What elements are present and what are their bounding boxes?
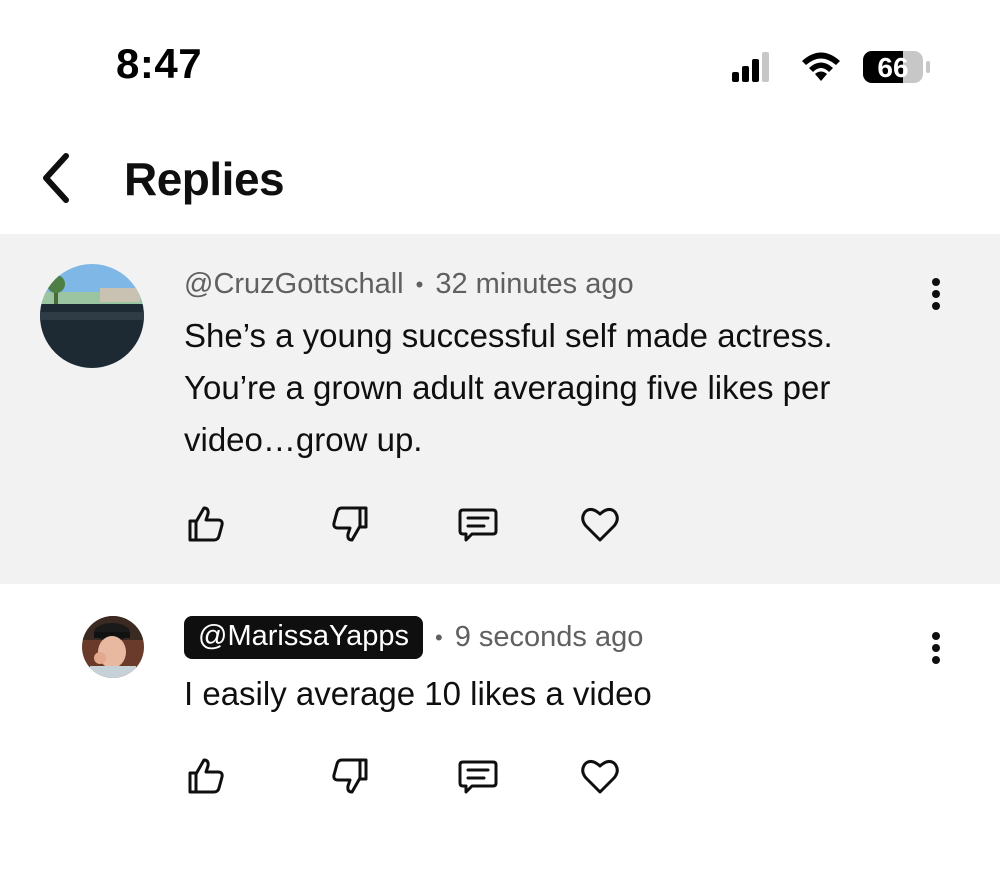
page-header: Replies bbox=[0, 130, 1000, 230]
page-title: Replies bbox=[124, 153, 285, 205]
dislike-button[interactable] bbox=[328, 502, 372, 546]
like-button[interactable] bbox=[184, 754, 228, 798]
heart-button[interactable] bbox=[578, 754, 622, 798]
dislike-button[interactable] bbox=[328, 754, 372, 798]
back-button[interactable] bbox=[36, 150, 84, 206]
thumbs-down-icon bbox=[332, 506, 368, 542]
reply-button[interactable] bbox=[456, 502, 500, 546]
comment-actions bbox=[184, 502, 644, 546]
comment-author-highlighted[interactable]: @MarissaYapps bbox=[184, 616, 424, 659]
wifi-icon bbox=[798, 50, 844, 84]
comment-meta: @MarissaYapps • 9 seconds ago bbox=[184, 616, 643, 659]
status-bar: 8:47 66 bbox=[0, 0, 1000, 120]
comment-timestamp: 9 seconds ago bbox=[454, 621, 644, 653]
meta-separator: • bbox=[415, 271, 424, 297]
reply-comment-icon bbox=[458, 508, 498, 542]
avatar[interactable] bbox=[40, 264, 144, 368]
parent-comment: @CruzGottschall • 32 minutes ago She’s a… bbox=[0, 234, 1000, 584]
heart-button[interactable] bbox=[578, 502, 622, 546]
comment-text: I easily average 10 likes a video bbox=[184, 675, 652, 712]
heart-icon bbox=[581, 759, 619, 794]
comment-actions bbox=[184, 754, 644, 798]
comment-author[interactable]: @CruzGottschall bbox=[184, 268, 404, 301]
thumbs-up-icon bbox=[188, 506, 224, 542]
status-time: 8:47 bbox=[116, 40, 203, 87]
reply-comment-icon bbox=[458, 760, 498, 794]
cellular-signal-icon bbox=[732, 52, 772, 82]
heart-icon bbox=[581, 507, 619, 542]
thumbs-down-icon bbox=[332, 758, 368, 794]
meta-separator: • bbox=[435, 624, 443, 650]
like-button[interactable] bbox=[184, 502, 228, 546]
reply-button[interactable] bbox=[456, 754, 500, 798]
comment-timestamp: 32 minutes ago bbox=[435, 268, 634, 300]
chevron-left-icon bbox=[43, 153, 69, 203]
battery-level: 66 bbox=[877, 52, 908, 83]
avatar[interactable] bbox=[82, 616, 144, 678]
reply-comment: @MarissaYapps • 9 seconds ago I easily a… bbox=[0, 584, 1000, 874]
thumbs-up-icon bbox=[188, 758, 224, 794]
more-vertical-icon bbox=[932, 632, 940, 664]
battery-icon: 66 bbox=[862, 50, 932, 84]
comment-text: She’s a young successful self made actre… bbox=[184, 317, 833, 458]
comment-meta: @CruzGottschall • 32 minutes ago bbox=[184, 268, 634, 301]
more-options-button[interactable] bbox=[924, 628, 948, 672]
